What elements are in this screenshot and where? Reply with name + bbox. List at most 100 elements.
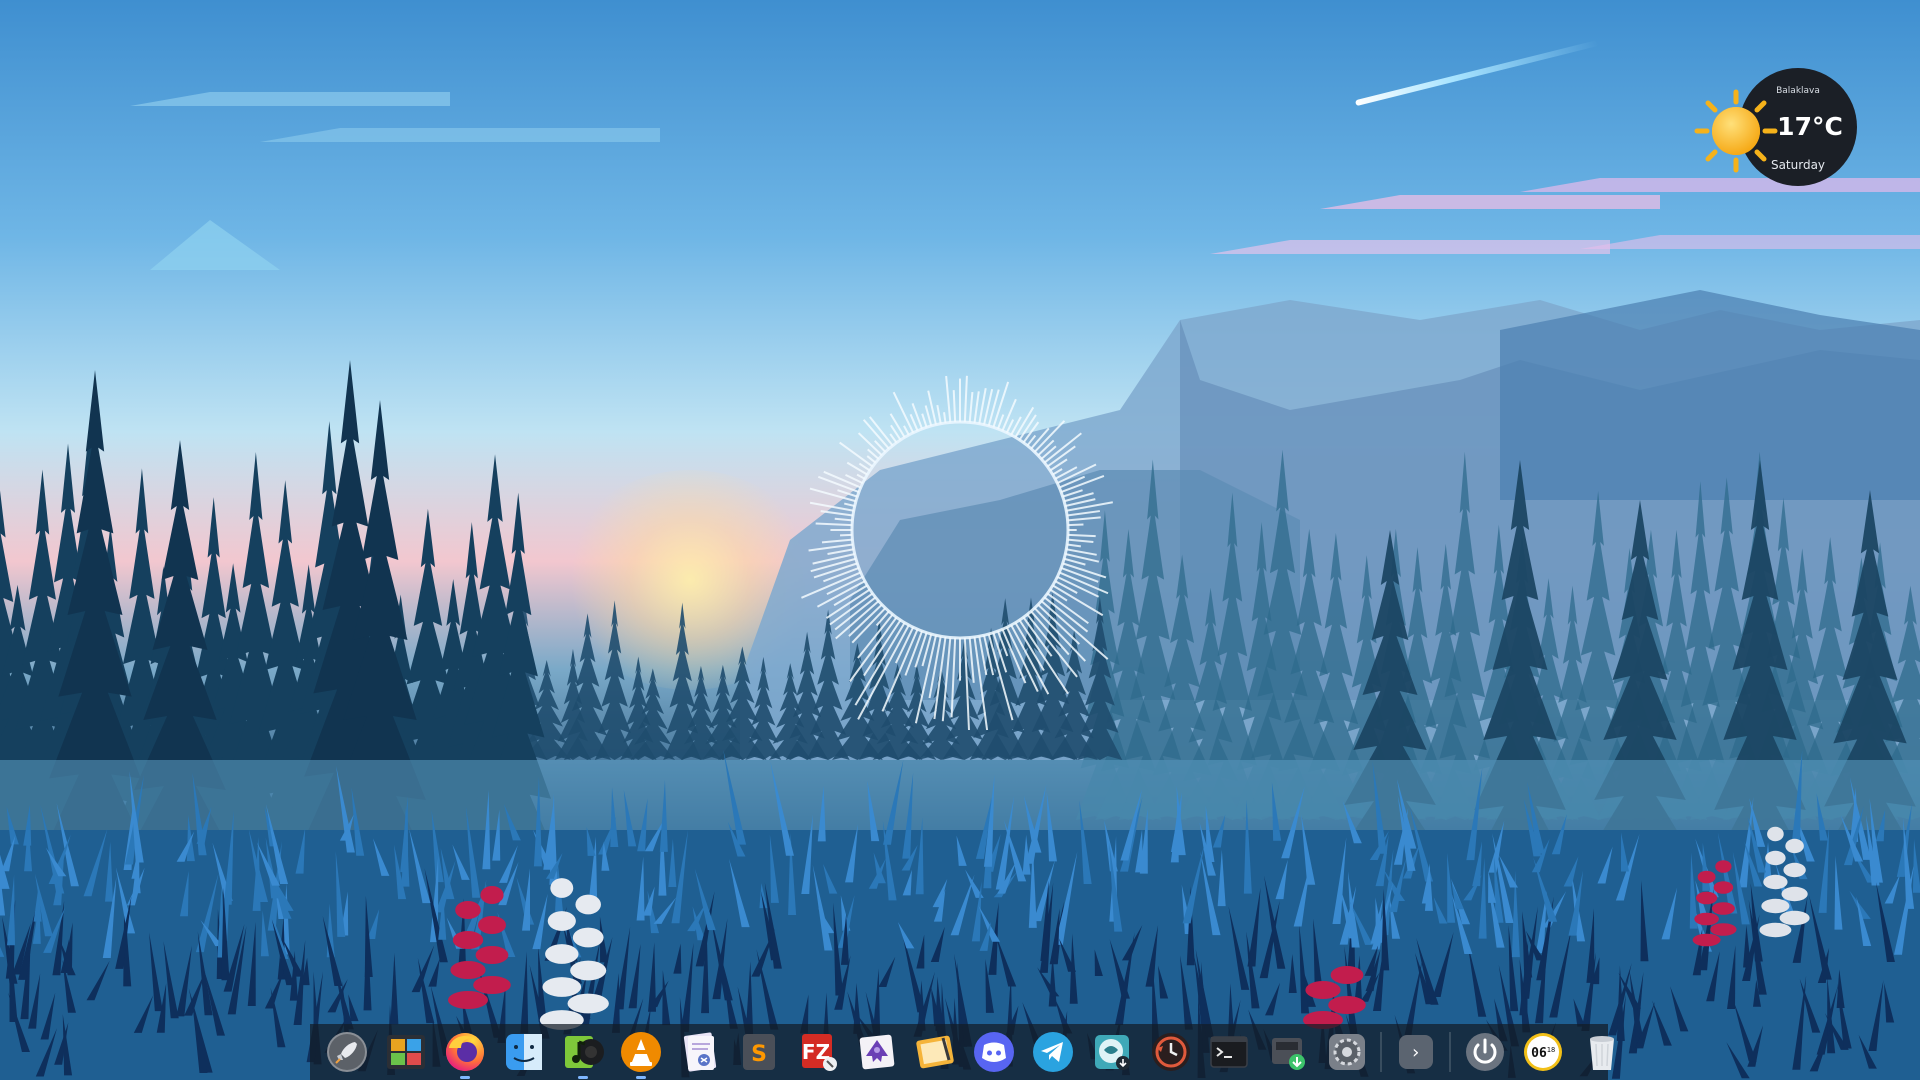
- torrent-icon: [1094, 1035, 1130, 1070]
- dock-item-power[interactable]: [1455, 1024, 1514, 1080]
- visualizer-bar: [963, 637, 970, 730]
- plant-leaf: [1763, 874, 1788, 890]
- telegram-icon: [1032, 1032, 1073, 1072]
- visualizer-bar: [846, 461, 868, 476]
- plant-leaf: [1785, 838, 1804, 854]
- dock-item-discord[interactable]: [965, 1024, 1024, 1080]
- visualizer-bar: [1063, 557, 1086, 566]
- sublime-icon: S: [742, 1034, 775, 1070]
- letter-icon: [684, 1032, 717, 1072]
- dock-item-notes[interactable]: [906, 1024, 965, 1080]
- visualizer-bar: [952, 390, 957, 423]
- dock-item-filezilla[interactable]: FZ: [788, 1024, 847, 1080]
- workspace-grid-icon: [387, 1035, 426, 1069]
- dock-item-finder[interactable]: [494, 1024, 553, 1080]
- dock-item-inkscape[interactable]: [847, 1024, 906, 1080]
- visualizer-bar: [997, 414, 1005, 430]
- power-icon: [1465, 1033, 1504, 1071]
- plant-leaf: [1710, 923, 1737, 936]
- visualizer-bar: [945, 375, 952, 423]
- visualizer-bar: [1052, 468, 1063, 476]
- dock-item-sublime-text[interactable]: S: [730, 1024, 789, 1080]
- dock-separator: [1380, 1032, 1383, 1072]
- visualizer-bar: [1054, 580, 1078, 594]
- visualizer-bar: [1005, 419, 1015, 434]
- clock-minutes: 18: [1547, 1046, 1555, 1054]
- dock-item-qbittorrent[interactable]: [1082, 1024, 1141, 1080]
- dock-item-launchpad[interactable]: [318, 1024, 377, 1080]
- discord-icon: [974, 1032, 1015, 1072]
- visualizer-bar: [848, 603, 883, 637]
- dock-item-trash[interactable]: [1573, 1024, 1632, 1080]
- running-indicator: [636, 1076, 647, 1079]
- svg-text:S: S: [751, 1042, 767, 1067]
- plant-leaf: [1305, 981, 1341, 999]
- notepad-icon: [916, 1035, 955, 1069]
- dock-more-button[interactable]: ›: [1386, 1024, 1445, 1080]
- dock-item-terminal[interactable]: [1200, 1024, 1259, 1080]
- plant-leaf: [1781, 886, 1808, 902]
- plant-leaf: [480, 886, 504, 904]
- visualizer-bar: [973, 391, 980, 424]
- visualizer-bar: [1066, 543, 1081, 548]
- dock-item-mail-composer[interactable]: [671, 1024, 730, 1080]
- visualizer-bar: [1033, 420, 1066, 453]
- visualizer-bar: [1040, 445, 1057, 460]
- visualizer-bar: [844, 502, 855, 507]
- plant-leaf: [455, 901, 481, 919]
- plant-leaf: [1695, 891, 1718, 905]
- terminal-icon: [1210, 1036, 1249, 1068]
- visualizer-bar: [1005, 626, 1039, 693]
- visualizer-bar: [820, 510, 854, 517]
- dock-item-vlc[interactable]: [612, 1024, 671, 1080]
- weather-widget[interactable]: Balaklava 17°C Saturday: [1693, 68, 1857, 188]
- inkscape-icon: [859, 1034, 894, 1070]
- dock-item-clock[interactable]: 06 18: [1514, 1024, 1573, 1080]
- dock-item-music-player[interactable]: [553, 1024, 612, 1080]
- plant-leaf: [1328, 996, 1366, 1014]
- dock-item-system-settings[interactable]: [1318, 1024, 1377, 1080]
- chevron-right-icon: ›: [1398, 1035, 1433, 1069]
- plant-leaf: [450, 961, 486, 979]
- plant-leaf: [1330, 966, 1364, 984]
- plant-leaf: [452, 931, 484, 949]
- visualizer-bar: [1022, 616, 1053, 657]
- finder-icon: [505, 1034, 542, 1070]
- plant-leaf: [547, 911, 576, 931]
- visualizer-bar: [1001, 628, 1027, 684]
- vlc-cone-icon: [621, 1032, 662, 1072]
- visualizer-bar: [815, 522, 853, 527]
- visualizer-bar: [1037, 439, 1055, 457]
- plant-leaf: [545, 944, 579, 964]
- dock-item-firefox[interactable]: [436, 1024, 495, 1080]
- plant-leaf: [542, 977, 582, 997]
- rocket-icon: [327, 1032, 368, 1072]
- dock-item-package-manager[interactable]: [1259, 1024, 1318, 1080]
- plant-leaf: [1715, 860, 1732, 873]
- visualizer-bar: [875, 610, 890, 627]
- visualizer-bar: [816, 580, 866, 608]
- visualizer-bar: [1058, 475, 1086, 489]
- plant-leaf: [567, 993, 609, 1014]
- visualizer-bar: [1067, 533, 1096, 538]
- dock-item-workspaces[interactable]: [377, 1024, 436, 1080]
- plant-leaf: [575, 894, 601, 915]
- visualizer-bar: [1066, 510, 1100, 517]
- visualizer-bar: [810, 557, 857, 573]
- visualizer-bar: [950, 637, 957, 718]
- plant-leaf: [1767, 826, 1784, 842]
- plant-leaf: [1783, 862, 1806, 878]
- plant-leaf: [1697, 870, 1716, 884]
- plant-leaf: [1765, 850, 1786, 866]
- visualizer-bar: [943, 412, 947, 424]
- visualizer-bar: [1043, 432, 1082, 464]
- dock-item-telegram[interactable]: [1024, 1024, 1083, 1080]
- visualizer-bar: [834, 517, 853, 522]
- visualizer-bar: [851, 607, 887, 644]
- visualizer-bar: [903, 425, 910, 436]
- visualizer-bar: [1037, 603, 1081, 645]
- audio-visualizer: [801, 375, 1113, 730]
- dock-item-timeshift[interactable]: [1141, 1024, 1200, 1080]
- plant-leaf: [475, 946, 509, 964]
- visualizer-bar: [1066, 548, 1097, 556]
